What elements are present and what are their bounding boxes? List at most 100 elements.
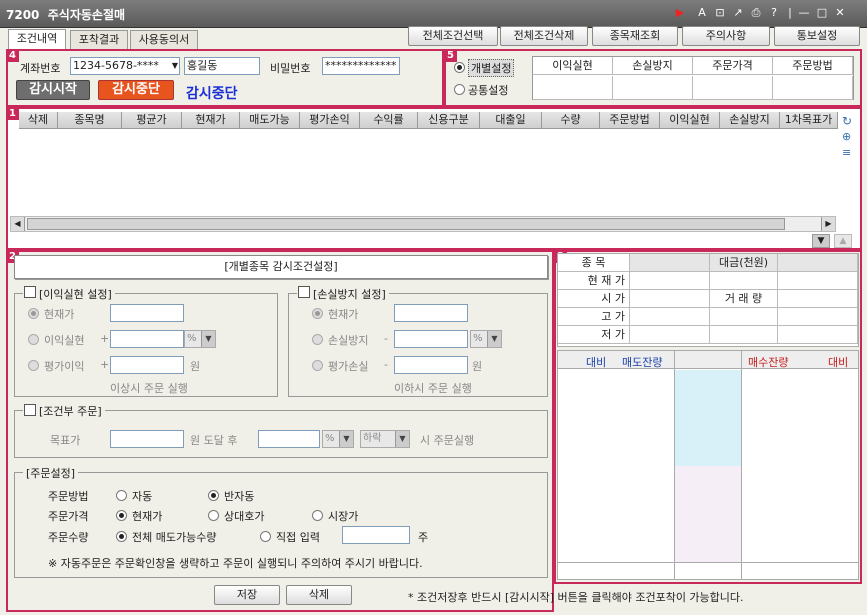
notification-settings-button[interactable]: 통보설정 [774, 26, 860, 46]
grid-header: 손실방지 [720, 112, 780, 129]
minimize-icon[interactable]: — [796, 5, 812, 21]
collapse-icon[interactable]: ≡ [842, 146, 851, 159]
grid-header: 평균가 [122, 112, 182, 129]
scroll-thumb[interactable] [27, 218, 785, 230]
semi-auto-radio[interactable] [208, 490, 219, 501]
individual-radio[interactable] [454, 62, 465, 73]
loss-checkbox[interactable] [298, 286, 310, 298]
qty-input[interactable] [342, 526, 410, 544]
refresh-items-button[interactable]: 종목재조회 [592, 26, 678, 46]
loss-unit-select[interactable]: % ▼ [470, 330, 502, 348]
font-icon[interactable]: A [694, 5, 710, 21]
open-label: 시 가 [558, 290, 630, 308]
password-field[interactable]: ************* [322, 57, 400, 75]
quote-item-label: 종 목 [558, 254, 630, 272]
loss-cur-radio[interactable] [312, 308, 323, 319]
tab-results[interactable]: 포착결과 [70, 30, 128, 49]
loss-eval-radio[interactable] [312, 360, 323, 371]
scroll-up-icon[interactable]: ▲ [834, 234, 852, 248]
profit-note: 이상시 주문 실행 [110, 382, 188, 395]
profit-plus: + [100, 358, 110, 371]
grid-header: 신용구분 [418, 112, 480, 129]
panel-badge-4: 4 [6, 49, 19, 62]
price-market-label: 시장가 [328, 510, 359, 523]
grid-header: 종목명 [58, 112, 122, 129]
tab-conditions[interactable]: 조건내역 [8, 29, 66, 50]
password-label: 비밀번호 [270, 62, 311, 75]
profit-eval-input[interactable] [110, 356, 184, 374]
cond-unit-select[interactable]: % ▼ [322, 430, 354, 448]
orderbook-divider [741, 351, 742, 579]
reach-value-input[interactable] [258, 430, 320, 448]
monitor-stop-button[interactable]: 감시중단 [98, 80, 174, 100]
save-button[interactable]: 저장 [214, 585, 280, 605]
profit-realize-input[interactable] [110, 330, 184, 348]
link-icon[interactable]: ↗ [730, 5, 746, 21]
qty-direct-radio[interactable] [260, 531, 271, 542]
scroll-down-icon[interactable]: ▼ [812, 234, 830, 248]
auto-radio[interactable] [116, 490, 127, 501]
monitor-start-button[interactable]: 감시시작 [16, 80, 90, 100]
price-opp-radio[interactable] [208, 510, 219, 521]
profit-plus: + [100, 332, 110, 345]
summary-cell [533, 76, 613, 100]
grid-header: 주문방법 [600, 112, 660, 129]
profit-unit-select[interactable]: % ▼ [184, 330, 216, 348]
loss-prevent-label: 손실방지 [328, 334, 369, 347]
blank-cell [778, 308, 858, 326]
loss-eval-input[interactable] [394, 356, 468, 374]
semi-auto-label: 반자동 [224, 490, 255, 503]
help-icon[interactable]: ? [766, 5, 782, 21]
select-all-conditions-button[interactable]: 전체조건선택 [408, 26, 498, 46]
grid-header: 이익실현 [660, 112, 720, 129]
scroll-left-icon[interactable]: ◀ [11, 217, 25, 231]
alert-icon[interactable]: ▶ [672, 5, 688, 21]
horizontal-scrollbar[interactable]: ◀ ▶ [10, 216, 836, 232]
summary-cell [773, 76, 853, 100]
maximize-icon[interactable]: □ [814, 5, 830, 21]
qty-all-radio[interactable] [116, 531, 127, 542]
add-row-icon[interactable]: ⊕ [842, 130, 851, 143]
summary-cell [693, 76, 773, 100]
loss-eval-label: 평가손실 [328, 360, 369, 373]
tab-agreement[interactable]: 사용동의서 [130, 30, 198, 49]
price-cur-radio[interactable] [116, 510, 127, 521]
order-title: [주문설정] [23, 465, 79, 481]
profit-realize-radio[interactable] [28, 334, 39, 345]
capture-icon[interactable]: ⊡ [712, 5, 728, 21]
direction-select[interactable]: 하락 ▼ [360, 430, 410, 448]
panel-badge-1: 1 [6, 107, 19, 120]
target-price-input[interactable] [110, 430, 184, 448]
reach-label: 원 도달 후 [190, 434, 238, 447]
ask-diff-label: 대비 [586, 356, 607, 369]
loss-cur-input[interactable] [394, 304, 468, 322]
loss-prevent-input[interactable] [394, 330, 468, 348]
loss-prevent-radio[interactable] [312, 334, 323, 345]
blank-cell [710, 308, 778, 326]
profit-title: [이익실현 설정] [23, 286, 115, 302]
close-icon[interactable]: ✕ [832, 5, 848, 21]
scroll-right-icon[interactable]: ▶ [821, 217, 835, 231]
profit-cur-label: 현재가 [44, 308, 75, 321]
delete-all-conditions-button[interactable]: 전체조건삭제 [500, 26, 588, 46]
target-label: 목표가 [50, 434, 81, 447]
cond-order-checkbox[interactable] [24, 404, 36, 416]
notice-button[interactable]: 주의사항 [682, 26, 770, 46]
loss-title: [손실방지 설정] [297, 286, 389, 302]
individual-label: 개별설정 [468, 59, 515, 77]
print-icon[interactable]: ⎙ [748, 5, 764, 21]
high-value [630, 308, 710, 326]
grid-header: 수량 [542, 112, 600, 129]
profit-checkbox[interactable] [24, 286, 36, 298]
account-select[interactable]: 1234-5678-**** ▼ [70, 57, 180, 75]
profit-cur-input[interactable] [110, 304, 184, 322]
profit-eval-radio[interactable] [28, 360, 39, 371]
price-market-radio[interactable] [312, 510, 323, 521]
exec-label: 시 주문실행 [420, 434, 475, 447]
refresh-icon[interactable]: ↻ [842, 114, 852, 128]
profit-cur-radio[interactable] [28, 308, 39, 319]
common-radio[interactable] [454, 84, 465, 95]
amount-value [778, 254, 858, 272]
delete-button[interactable]: 삭제 [286, 585, 352, 605]
auto-warning: ※ 자동주문은 주문확인창을 생략하고 주문이 실행되니 주의하여 주시기 바랍… [48, 557, 423, 570]
